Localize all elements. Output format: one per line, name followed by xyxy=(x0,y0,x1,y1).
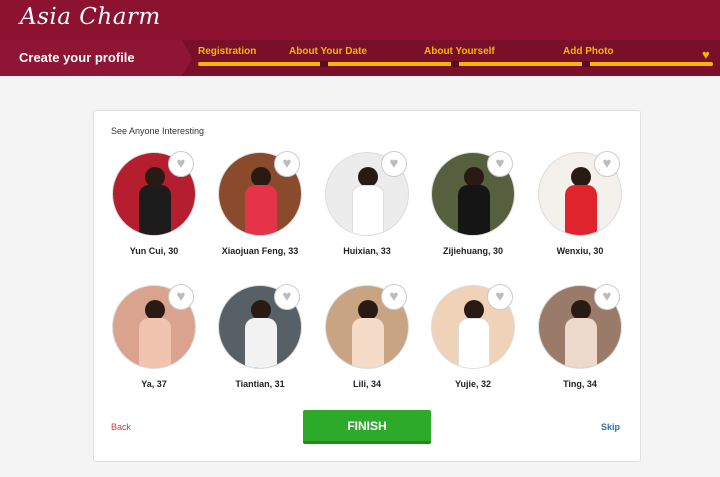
avatar-figure xyxy=(251,167,271,187)
avatar-figure xyxy=(139,318,171,368)
profile-card[interactable]: ♥ Ya, 37 xyxy=(94,284,204,400)
profile-name: Huixian, 33 xyxy=(343,246,391,256)
heart-icon[interactable]: ♥ xyxy=(168,284,194,310)
avatar-figure xyxy=(358,167,378,187)
avatar-figure xyxy=(464,300,484,320)
progress-marker xyxy=(320,61,328,67)
progress-marker xyxy=(451,61,459,67)
title-arrow xyxy=(182,40,192,76)
profile-card[interactable]: ♥ Yun Cui, 30 xyxy=(94,151,204,267)
progress-marker xyxy=(582,61,590,67)
profile-card[interactable]: ♥ Huixian, 33 xyxy=(307,151,417,267)
avatar-figure xyxy=(358,300,378,320)
heart-icon[interactable]: ♥ xyxy=(168,151,194,177)
step-about-yourself: About Yourself xyxy=(424,46,495,57)
heart-icon[interactable]: ♥ xyxy=(274,151,300,177)
avatar-figure xyxy=(571,167,591,187)
profile-name: Lili, 34 xyxy=(352,379,381,389)
avatar-figure xyxy=(352,318,384,368)
top-header: Asia Charm xyxy=(0,0,720,40)
profiles-card: See Anyone Interesting ♥ Yun Cui, 30 ♥ X… xyxy=(93,110,641,462)
heart-icon[interactable]: ♥ xyxy=(381,284,407,310)
avatar-figure xyxy=(245,185,277,235)
step-registration: Registration xyxy=(198,46,257,57)
profile-name: Ting, 34 xyxy=(563,379,597,389)
profile-card[interactable]: ♥ Lili, 34 xyxy=(307,284,417,400)
heart-icon[interactable]: ♥ xyxy=(274,284,300,310)
heart-icon[interactable]: ♥ xyxy=(594,151,620,177)
profile-name: Yujie, 32 xyxy=(454,379,492,389)
profile-card[interactable]: ♥ Tiantian, 31 xyxy=(200,284,310,400)
back-link[interactable]: Back xyxy=(111,422,131,432)
avatar-figure xyxy=(145,300,165,320)
avatar-figure xyxy=(251,300,271,320)
profile-card[interactable]: ♥ Xiaojuan Feng, 33 xyxy=(200,151,310,267)
avatar-figure xyxy=(145,167,165,187)
heart-icon[interactable]: ♥ xyxy=(594,284,620,310)
avatar-figure xyxy=(352,185,384,235)
avatar-figure xyxy=(464,167,484,187)
profile-name: Tiantian, 31 xyxy=(235,379,285,389)
skip-link[interactable]: Skip xyxy=(601,422,620,432)
profile-card[interactable]: ♥ Zijiehuang, 30 xyxy=(413,151,523,267)
heart-icon[interactable]: ♥ xyxy=(487,151,513,177)
avatar-figure xyxy=(571,300,591,320)
profile-card[interactable]: ♥ Yujie, 32 xyxy=(413,284,523,400)
profile-name: Yun Cui, 30 xyxy=(129,246,179,256)
step-add-photo: Add Photo xyxy=(563,46,614,57)
section-heading: See Anyone Interesting xyxy=(111,126,205,136)
avatar-figure xyxy=(565,318,597,368)
profile-name: Ya, 37 xyxy=(141,379,167,389)
avatar-figure xyxy=(245,318,277,368)
page-title: Create your profile xyxy=(0,40,182,76)
profile-name: Zijiehuang, 30 xyxy=(442,246,503,256)
heart-icon[interactable]: ♥ xyxy=(487,284,513,310)
avatar-figure xyxy=(458,185,490,235)
heart-icon: ♥ xyxy=(702,47,710,62)
profile-card[interactable]: ♥ Wenxiu, 30 xyxy=(520,151,630,267)
profile-name: Wenxiu, 30 xyxy=(556,246,604,256)
logo[interactable]: Asia Charm xyxy=(20,4,161,30)
avatar-figure xyxy=(565,185,597,235)
profile-card[interactable]: ♥ Ting, 34 xyxy=(520,284,630,400)
profile-name: Xiaojuan Feng, 33 xyxy=(221,246,299,256)
heart-icon[interactable]: ♥ xyxy=(381,151,407,177)
avatar-figure xyxy=(458,318,490,368)
progress-stepbar: Create your profile Registration About Y… xyxy=(0,40,720,76)
avatar-figure xyxy=(139,185,171,235)
finish-button[interactable]: FINISH xyxy=(303,410,431,444)
step-about-your-date: About Your Date xyxy=(289,46,367,57)
